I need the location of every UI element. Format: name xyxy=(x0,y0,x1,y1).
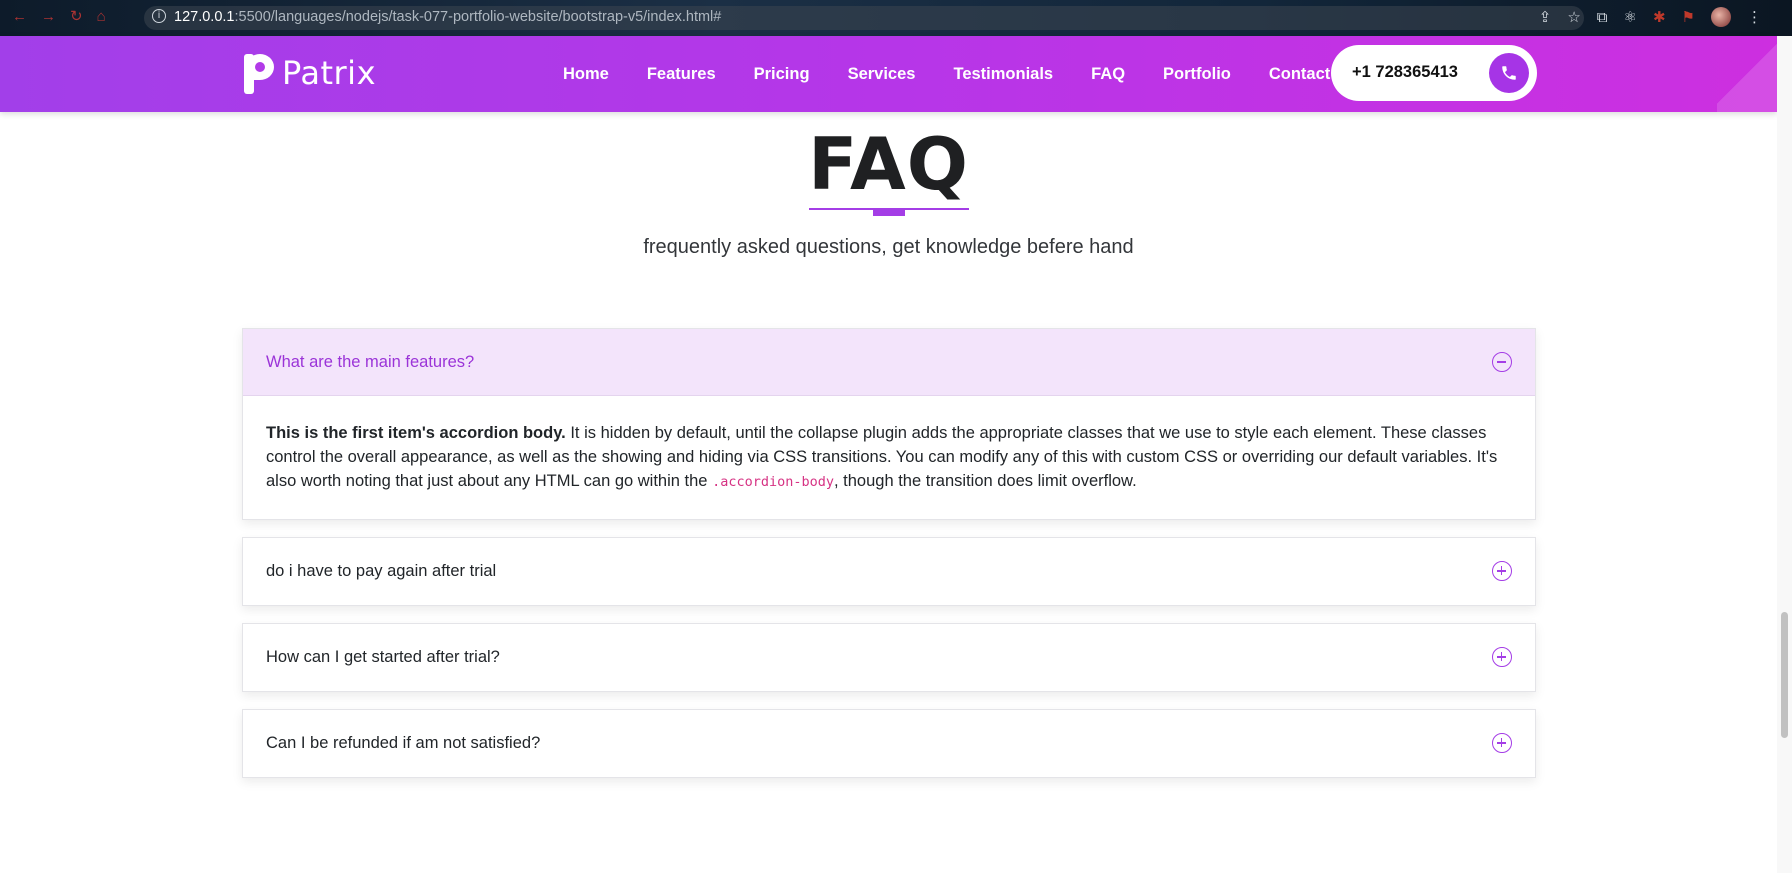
accordion-question: Can I be refunded if am not satisfied? xyxy=(266,734,541,752)
bookmark-star-icon[interactable]: ☆ xyxy=(1567,8,1580,26)
site-logo[interactable]: Patrix xyxy=(244,52,376,94)
extension-icon[interactable]: ⧉ xyxy=(1597,8,1608,26)
faq-subtitle: frequently asked questions, get knowledg… xyxy=(643,236,1134,258)
accordion-item: do i have to pay again after trial xyxy=(242,537,1536,606)
plus-circle-icon[interactable] xyxy=(1492,733,1512,753)
menu-kebab-icon[interactable]: ⋮ xyxy=(1747,8,1762,26)
accordion-header[interactable]: do i have to pay again after trial xyxy=(243,538,1535,605)
nav-home[interactable]: Home xyxy=(563,64,609,84)
share-icon[interactable]: ⇪ xyxy=(1539,8,1552,26)
nav-portfolio[interactable]: Portfolio xyxy=(1163,64,1231,84)
logo-text: Patrix xyxy=(282,54,376,92)
accordion-question: How can I get started after trial? xyxy=(266,648,500,666)
faq-accordion: What are the main features? This is the … xyxy=(242,328,1536,795)
accordion-item: How can I get started after trial? xyxy=(242,623,1536,692)
accordion-item: Can I be refunded if am not satisfied? xyxy=(242,709,1536,778)
nav-faq[interactable]: FAQ xyxy=(1091,64,1125,84)
scrollbar-thumb[interactable] xyxy=(1781,612,1788,738)
accordion-question: do i have to pay again after trial xyxy=(266,562,497,580)
phone-number: +1 728365413 xyxy=(1352,63,1458,81)
accordion-header[interactable]: Can I be refunded if am not satisfied? xyxy=(243,710,1535,777)
logo-p-icon xyxy=(244,52,274,94)
accordion-body-code: .accordion-body xyxy=(712,474,834,490)
nav-features[interactable]: Features xyxy=(647,64,716,84)
url-text[interactable]: 127.0.0.1:5500/languages/nodejs/task-077… xyxy=(174,9,721,25)
url-path: :5500/languages/nodejs/task-077-portfoli… xyxy=(234,9,722,25)
minus-circle-icon[interactable] xyxy=(1492,352,1512,372)
faq-heading: FAQ xyxy=(808,122,969,206)
heading-underline-accent xyxy=(873,208,905,216)
site-info-icon[interactable]: i xyxy=(152,9,166,23)
nav-services[interactable]: Services xyxy=(848,64,916,84)
main-nav: Home Features Pricing Services Testimoni… xyxy=(563,64,1330,84)
react-devtools-icon[interactable]: ⚛ xyxy=(1624,8,1637,26)
plus-circle-icon[interactable] xyxy=(1492,561,1512,581)
extension-puzzle-icon[interactable]: ✱ xyxy=(1653,8,1666,26)
phone-icon xyxy=(1489,53,1529,93)
extension-flag-icon[interactable]: ⚑ xyxy=(1682,8,1695,26)
forward-icon[interactable]: → xyxy=(41,8,56,26)
browser-nav-buttons: ← → ↻ ⌂ xyxy=(12,8,106,26)
browser-toolbar: ← → ↻ ⌂ i 127.0.0.1:5500/languages/nodej… xyxy=(0,0,1792,36)
header-corner-accent xyxy=(1717,36,1777,112)
phone-button[interactable]: +1 728365413 xyxy=(1331,45,1537,101)
nav-pricing[interactable]: Pricing xyxy=(754,64,810,84)
nav-contact[interactable]: Contact xyxy=(1269,64,1330,84)
site-header: Patrix Home Features Pricing Services Te… xyxy=(0,36,1777,112)
page-scrollbar[interactable] xyxy=(1777,36,1792,873)
browser-actions: ⇪ ☆ ⧉ ⚛ ✱ ⚑ ⋮ xyxy=(1539,7,1762,27)
accordion-body-strong: This is the first item's accordion body. xyxy=(266,424,566,442)
reload-icon[interactable]: ↻ xyxy=(70,8,83,26)
accordion-header[interactable]: What are the main features? xyxy=(243,329,1535,396)
url-host: 127.0.0.1 xyxy=(174,9,235,25)
back-icon[interactable]: ← xyxy=(12,8,27,26)
nav-testimonials[interactable]: Testimonials xyxy=(953,64,1053,84)
accordion-body: This is the first item's accordion body.… xyxy=(243,396,1535,519)
profile-avatar[interactable] xyxy=(1711,7,1731,27)
accordion-item: What are the main features? This is the … xyxy=(242,328,1536,520)
accordion-body-tail: , though the transition does limit overf… xyxy=(833,472,1137,490)
plus-circle-icon[interactable] xyxy=(1492,647,1512,667)
home-icon[interactable]: ⌂ xyxy=(97,8,106,26)
accordion-header[interactable]: How can I get started after trial? xyxy=(243,624,1535,691)
accordion-question: What are the main features? xyxy=(266,352,475,371)
